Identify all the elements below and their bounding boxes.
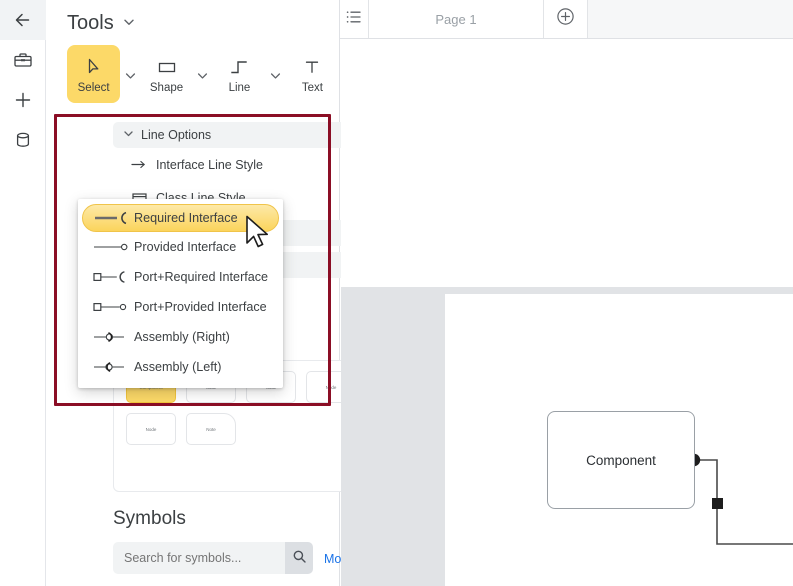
panel-title-row[interactable]: Tools bbox=[46, 0, 339, 41]
tool-line-label: Line bbox=[229, 82, 251, 94]
left-icon-rail bbox=[0, 0, 46, 586]
app-root: Tools Select Shape bbox=[0, 0, 793, 586]
assembly-right-icon bbox=[90, 330, 134, 344]
menu-item-assembly-right[interactable]: Assembly (Right) bbox=[82, 322, 279, 352]
symbols-search bbox=[113, 542, 313, 574]
diagram-canvas[interactable]: Component bbox=[341, 39, 793, 586]
assembly-left-icon bbox=[90, 360, 134, 374]
menu-item-port-required-interface[interactable]: Port+Required Interface bbox=[82, 262, 279, 292]
port-square bbox=[712, 498, 723, 509]
list-menu-icon bbox=[346, 10, 362, 29]
menu-item-label: Port+Provided Interface bbox=[134, 300, 267, 314]
shape-thumb[interactable]: Note bbox=[186, 413, 236, 445]
step-line-icon bbox=[229, 55, 249, 79]
menu-item-label: Assembly (Left) bbox=[134, 360, 221, 374]
shape-thumb[interactable]: Node bbox=[126, 413, 176, 445]
shape-thumb-label: Node bbox=[326, 385, 337, 390]
tool-shape[interactable]: Shape bbox=[140, 45, 193, 103]
page-toolbar: Page 1 bbox=[340, 0, 793, 39]
component-label: Component bbox=[586, 453, 656, 468]
toolbox-button[interactable] bbox=[0, 40, 46, 80]
menu-item-label: Required Interface bbox=[134, 211, 238, 225]
menu-item-label: Port+Required Interface bbox=[134, 270, 268, 284]
component-shape[interactable]: Component bbox=[547, 411, 695, 509]
add-button[interactable] bbox=[0, 80, 46, 120]
symbols-heading: Symbols bbox=[113, 508, 186, 530]
section-label: Line Options bbox=[141, 128, 211, 142]
shape-thumb-label: Node bbox=[146, 427, 157, 432]
plus-icon bbox=[13, 90, 33, 110]
search-input[interactable] bbox=[113, 542, 285, 574]
section-header-line-options[interactable]: Line Options bbox=[113, 122, 367, 148]
menu-item-label: Provided Interface bbox=[134, 240, 236, 254]
magnifier-icon bbox=[292, 549, 307, 567]
back-arrow-icon bbox=[12, 9, 34, 31]
database-button[interactable] bbox=[0, 120, 46, 160]
back-arrow-button[interactable] bbox=[0, 0, 46, 40]
rectangle-icon bbox=[156, 55, 178, 79]
menu-item-assembly-left[interactable]: Assembly (Left) bbox=[82, 352, 279, 382]
shape-thumb-label: Note bbox=[206, 427, 216, 432]
toolbox-icon bbox=[13, 50, 33, 70]
tool-shape-label: Shape bbox=[150, 82, 183, 94]
mouse-cursor-icon bbox=[245, 215, 271, 256]
tool-line-caret[interactable] bbox=[266, 45, 286, 103]
port-provided-interface-icon bbox=[90, 300, 134, 314]
chevron-down-icon bbox=[122, 12, 136, 35]
tab-page-1[interactable]: Page 1 bbox=[369, 0, 544, 38]
tool-shape-caret[interactable] bbox=[193, 45, 213, 103]
drawing-toolbar: Select Shape Line bbox=[46, 41, 339, 109]
add-page-button[interactable] bbox=[544, 0, 588, 38]
sub-row-label: Interface Line Style bbox=[156, 158, 263, 172]
page-title: Tools bbox=[67, 12, 114, 35]
text-t-icon bbox=[303, 55, 321, 79]
tool-select[interactable]: Select bbox=[67, 45, 120, 103]
arrow-right-icon bbox=[131, 159, 147, 170]
tab-label: Page 1 bbox=[435, 12, 476, 27]
plus-circle-outline-icon bbox=[556, 7, 575, 31]
required-interface-icon bbox=[91, 211, 134, 225]
tool-select-label: Select bbox=[78, 82, 110, 94]
database-icon bbox=[14, 130, 32, 150]
cursor-arrow-icon bbox=[84, 55, 103, 79]
sub-row-interface-line-style[interactable]: Interface Line Style bbox=[113, 148, 367, 181]
toolbar-empty-space bbox=[588, 0, 793, 38]
tool-text-label: Text bbox=[302, 82, 323, 94]
port-required-interface-icon bbox=[90, 270, 134, 284]
tool-select-caret[interactable] bbox=[120, 45, 140, 103]
menu-item-label: Assembly (Right) bbox=[134, 330, 230, 344]
menu-item-port-provided-interface[interactable]: Port+Provided Interface bbox=[82, 292, 279, 322]
tool-line[interactable]: Line bbox=[213, 45, 266, 103]
provided-interface-icon bbox=[90, 240, 134, 254]
page-list-button[interactable] bbox=[340, 0, 369, 38]
chevron-down-icon bbox=[123, 128, 134, 142]
search-button[interactable] bbox=[285, 542, 313, 574]
tool-text[interactable]: Text bbox=[286, 45, 339, 103]
